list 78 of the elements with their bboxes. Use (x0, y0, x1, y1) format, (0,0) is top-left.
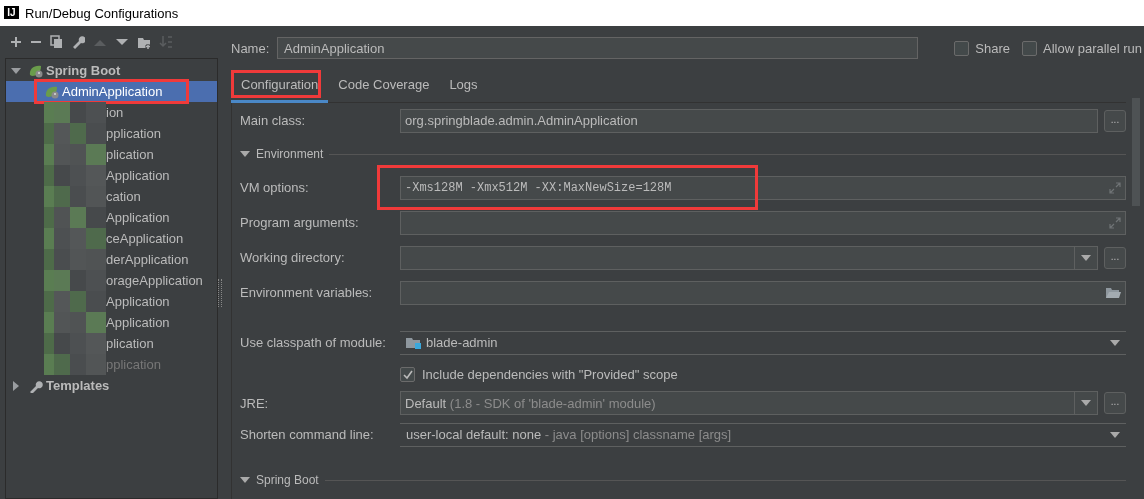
tab[interactable]: Configuration (231, 68, 329, 103)
redaction-mosaic (44, 207, 106, 228)
browse-button[interactable]: ... (1104, 109, 1126, 132)
redaction-mosaic (44, 228, 106, 249)
app-logo: IJ (4, 5, 19, 21)
redaction-mosaic (44, 354, 106, 375)
dropdown-arrow-icon[interactable] (1110, 339, 1120, 346)
folder-icon[interactable] (1106, 287, 1121, 298)
input-field[interactable] (400, 280, 1126, 305)
down-icon[interactable] (115, 37, 129, 47)
dropdown-arrow-icon[interactable] (1110, 431, 1120, 438)
dropdown[interactable]: blade-admin (400, 330, 1126, 355)
redaction-mosaic (44, 249, 106, 270)
input-field[interactable] (400, 210, 1126, 235)
tree-item[interactable]: Application (6, 312, 217, 333)
tree-item[interactable]: ion (6, 102, 217, 123)
redaction-mosaic (44, 291, 106, 312)
redaction-mosaic (44, 270, 106, 291)
module-icon (406, 335, 422, 350)
tree-group[interactable]: Templates (46, 378, 110, 393)
field-label: JRE: (240, 395, 270, 411)
name-field[interactable]: AdminApplication (277, 37, 919, 59)
checkbox[interactable] (1022, 40, 1037, 56)
field-label: Use classpath of module: (240, 335, 387, 350)
tree-item[interactable]: pplication (6, 123, 217, 144)
splitter-handle[interactable] (218, 278, 222, 307)
redaction-mosaic (44, 186, 106, 207)
spring-leaf-icon (28, 63, 44, 78)
section-title: Spring Boot (256, 473, 319, 487)
checkbox-label: Allow parallel run (1043, 40, 1142, 56)
collapse-arrow-icon[interactable] (240, 476, 250, 484)
tree-item[interactable]: orageApplication (6, 270, 217, 291)
redaction-mosaic (44, 144, 106, 165)
dropdown-arrow-icon[interactable] (1081, 400, 1091, 406)
checkbox[interactable] (954, 40, 970, 56)
field-label: Environment variables: (240, 285, 374, 300)
redaction-mosaic (44, 123, 106, 144)
tree-item[interactable]: plication (6, 144, 217, 165)
folder-add-icon[interactable] (137, 35, 151, 49)
checkbox-label: Include dependencies with "Provided" scope (422, 367, 678, 382)
tree-item[interactable]: plication (6, 333, 217, 354)
tree-item[interactable]: ceApplication (6, 228, 217, 249)
field-label: Shorten command line: (240, 427, 375, 442)
wrench-icon (28, 378, 44, 393)
spring-leaf-icon (44, 84, 60, 99)
collapse-arrow-icon[interactable] (240, 150, 250, 158)
tree-item[interactable]: Application (6, 291, 217, 312)
tree-item[interactable]: AdminApplication (6, 81, 217, 102)
input-field[interactable]: org.springblade.admin.AdminApplication (400, 108, 1098, 133)
input-field[interactable]: -Xms128M -Xmx512M -XX:MaxNewSize=128M (400, 175, 1126, 200)
dropdown-arrow-icon[interactable] (1081, 254, 1091, 261)
add-icon[interactable] (10, 36, 22, 48)
redaction-mosaic (44, 165, 106, 186)
name-label: Name: (231, 40, 271, 56)
field-label: Program arguments: (240, 215, 360, 230)
checkbox-label: Share (975, 40, 1010, 56)
field-label: Working directory: (240, 250, 346, 265)
window-title: Run/Debug Configurations (25, 5, 179, 21)
browse-button[interactable]: ... (1104, 392, 1126, 414)
tree-item[interactable]: Application (6, 207, 217, 228)
dropdown[interactable]: Default (1.8 - SDK of 'blade-admin' module) (400, 391, 1098, 415)
copy-icon[interactable] (50, 35, 63, 49)
dropdown[interactable]: user-local default: none - java [options] classname [args] (400, 422, 1126, 447)
tree-group[interactable]: Spring Boot (46, 63, 121, 78)
tree-item[interactable]: cation (6, 186, 217, 207)
redaction-mosaic (44, 102, 106, 123)
field-label: Main class: (240, 113, 307, 128)
wrench-icon[interactable] (71, 35, 85, 49)
section-title: Environment (256, 147, 324, 161)
checkbox[interactable] (400, 367, 415, 382)
tab[interactable]: Logs (439, 68, 488, 103)
redaction-mosaic (44, 333, 106, 354)
tab[interactable]: Code Coverage (328, 68, 440, 103)
field-label: VM options: (240, 180, 310, 195)
tree-item[interactable]: Application (6, 165, 217, 186)
redaction-mosaic (44, 312, 106, 333)
browse-button[interactable]: ... (1104, 246, 1126, 269)
tree-item[interactable]: derApplication (6, 249, 217, 270)
